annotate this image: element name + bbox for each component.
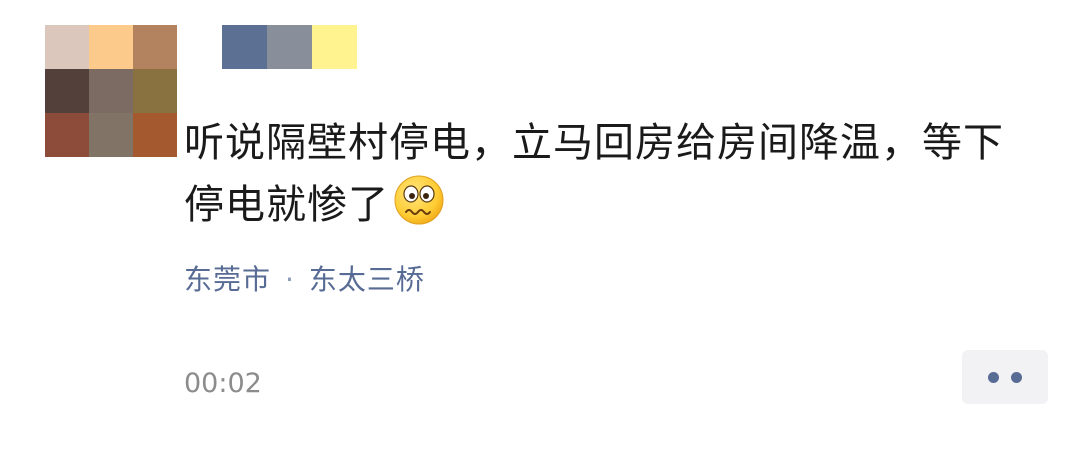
location-city: 东莞市 [184, 263, 272, 296]
avatar-pixel [89, 25, 133, 69]
avatar[interactable] [45, 25, 177, 157]
username-pixel [312, 25, 357, 69]
location-place: 东太三桥 [308, 263, 425, 296]
avatar-pixel [89, 69, 133, 113]
avatar-pixel [45, 113, 89, 157]
moments-post: 听说隔壁村停电，立马回房给房间降温，等下停电就惨了 东莞市 · 东太三桥 00:02 [0, 0, 1080, 450]
avatar-pixel [133, 113, 177, 157]
more-dots-icon [1011, 371, 1022, 383]
username-pixel [267, 25, 312, 69]
post-content: 听说隔壁村停电，立马回房给房间降温，等下停电就惨了 [184, 112, 1044, 236]
location-separator: · [285, 263, 295, 296]
avatar-pixel [89, 113, 133, 157]
more-dots-icon [988, 371, 999, 383]
post-text: 听说隔壁村停电，立马回房给房间降温，等下停电就惨了 [184, 120, 1004, 228]
username-pixelated[interactable] [222, 25, 357, 69]
more-button[interactable] [962, 350, 1048, 404]
avatar-pixel [45, 69, 89, 113]
avatar-pixel [133, 25, 177, 69]
username-pixel [222, 25, 267, 69]
location-link[interactable]: 东莞市 · 东太三桥 [184, 260, 425, 300]
woozy-face-emoji [394, 175, 444, 225]
avatar-pixel [45, 25, 89, 69]
avatar-pixel [133, 69, 177, 113]
post-time: 00:02 [184, 368, 262, 399]
